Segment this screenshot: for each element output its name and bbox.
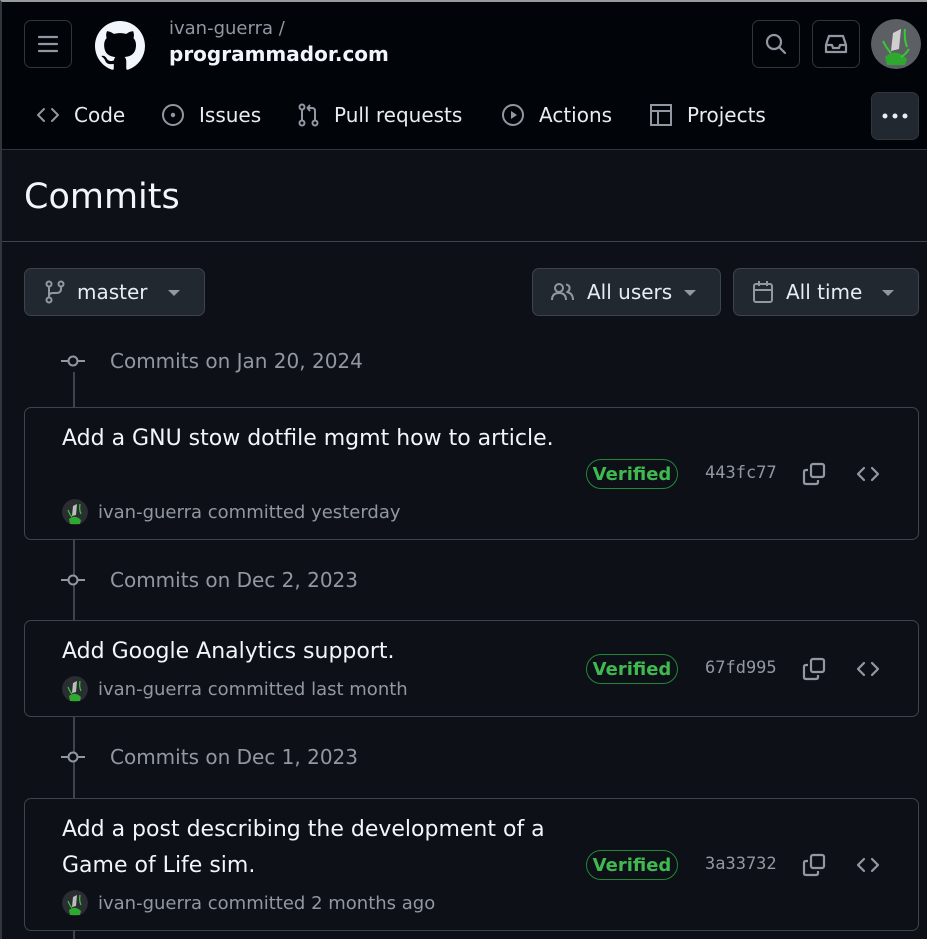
code-icon <box>856 661 880 677</box>
copy-sha-button[interactable] <box>796 651 832 687</box>
code-icon <box>37 108 59 122</box>
issue-opened-icon <box>162 104 184 126</box>
commit-time: yesterday <box>311 501 401 523</box>
commit-time: last month <box>311 678 408 700</box>
commit-row: Add a post describing the development of… <box>24 798 919 931</box>
time-filter-label: All time <box>786 280 863 304</box>
git-branch-icon <box>45 280 65 304</box>
browse-repo-button[interactable] <box>850 847 886 883</box>
commit-row: Add a GNU stow dotfile mgmt how to artic… <box>24 407 919 540</box>
page-title-bar: Commits <box>2 150 927 242</box>
commit-meta: ivan-guerra committed last month <box>62 676 408 702</box>
copy-icon <box>802 853 826 877</box>
copy-icon <box>802 462 826 486</box>
nav-tab-label: Projects <box>687 103 766 127</box>
commit-sha-link[interactable]: 3a33732 <box>705 854 777 874</box>
github-logo-icon[interactable] <box>95 21 145 71</box>
browse-repo-button[interactable] <box>850 456 886 492</box>
repo-nav: Code Issues Pull requests Actions Projec… <box>2 92 927 138</box>
triangle-down-icon <box>882 290 894 296</box>
commit-row: Add Google Analytics support. ivan-guerr… <box>24 620 919 717</box>
git-commit-icon <box>61 574 85 586</box>
nav-tab-code[interactable]: Code <box>36 92 125 138</box>
copy-sha-button[interactable] <box>796 847 832 883</box>
timeline-line <box>73 931 75 939</box>
more-tabs-button[interactable] <box>871 92 919 140</box>
commit-action: committed <box>207 678 306 700</box>
commit-author-link[interactable]: ivan-guerra <box>98 502 202 523</box>
browse-repo-button[interactable] <box>850 651 886 687</box>
search-button[interactable] <box>752 20 800 68</box>
commit-author-link[interactable]: ivan-guerra <box>98 679 202 700</box>
branch-label: master <box>77 280 148 304</box>
commit-sha-link[interactable]: 443fc77 <box>705 463 777 483</box>
menu-button[interactable] <box>24 20 72 68</box>
author-avatar[interactable] <box>62 499 88 525</box>
commit-group-date: Commits on Dec 1, 2023 <box>110 745 359 769</box>
nav-tab-projects[interactable]: Projects <box>649 92 766 138</box>
copy-icon <box>802 657 826 681</box>
verified-badge[interactable]: Verified <box>586 459 678 489</box>
timeline-line <box>73 372 75 407</box>
people-icon <box>551 283 574 301</box>
kebab-horizontal-icon <box>882 113 908 119</box>
nav-tab-actions[interactable]: Actions <box>501 92 612 138</box>
users-filter-label: All users <box>587 280 673 304</box>
table-icon <box>650 104 672 126</box>
commit-group-header: Commits on Dec 2, 2023 <box>60 565 358 595</box>
code-icon <box>856 466 880 482</box>
author-avatar[interactable] <box>62 890 88 916</box>
commit-author-link[interactable]: ivan-guerra <box>98 893 202 914</box>
author-avatar[interactable] <box>62 676 88 702</box>
code-icon <box>856 857 880 873</box>
commit-time: 2 months ago <box>311 892 436 914</box>
nav-tab-issues[interactable]: Issues <box>161 92 261 138</box>
git-commit-icon <box>61 751 85 763</box>
nav-tab-label: Pull requests <box>334 103 463 127</box>
nav-tab-label: Code <box>74 103 126 127</box>
user-avatar[interactable] <box>871 19 921 69</box>
triangle-down-icon <box>168 290 180 296</box>
time-filter-button[interactable]: All time <box>733 268 919 316</box>
commit-sha-link[interactable]: 67fd995 <box>705 658 777 678</box>
calendar-icon <box>753 281 773 303</box>
commit-meta: ivan-guerra committed 2 months ago <box>62 890 435 916</box>
git-commit-icon <box>61 355 85 367</box>
verified-badge[interactable]: Verified <box>586 654 678 684</box>
commit-group-header: Commits on Dec 1, 2023 <box>60 742 358 772</box>
copy-sha-button[interactable] <box>796 456 832 492</box>
repo-owner-link[interactable]: ivan-guerra / <box>169 18 285 39</box>
users-filter-button[interactable]: All users <box>532 268 721 316</box>
commit-action: committed <box>207 501 306 523</box>
nav-tab-label: Actions <box>539 103 613 127</box>
commit-group-date: Commits on Jan 20, 2024 <box>110 349 363 373</box>
repo-name-link[interactable]: programmador.com <box>169 42 389 66</box>
inbox-icon <box>824 34 848 54</box>
commit-message-link[interactable]: Add Google Analytics support. <box>62 634 562 670</box>
commit-action: committed <box>207 892 306 914</box>
page-title: Commits <box>24 177 180 217</box>
commit-meta: ivan-guerra committed yesterday <box>62 499 401 525</box>
inbox-button[interactable] <box>812 20 860 68</box>
hamburger-icon <box>37 35 59 53</box>
verified-badge[interactable]: Verified <box>586 850 678 880</box>
app-header: ivan-guerra / programmador.com Code Issu… <box>2 2 927 150</box>
commit-message-link[interactable]: Add a post describing the development of… <box>62 812 562 884</box>
commit-group-header: Commits on Jan 20, 2024 <box>60 346 363 376</box>
commit-message-link[interactable]: Add a GNU stow dotfile mgmt how to artic… <box>62 421 562 457</box>
nav-tab-label: Issues <box>199 103 262 127</box>
branch-select-button[interactable]: master <box>24 268 205 316</box>
nav-tab-pull-requests[interactable]: Pull requests <box>298 92 462 138</box>
triangle-down-icon <box>684 290 696 296</box>
search-icon <box>765 33 787 55</box>
play-icon <box>502 104 524 126</box>
commit-group-date: Commits on Dec 2, 2023 <box>110 568 359 592</box>
git-pull-request-icon <box>298 103 319 127</box>
